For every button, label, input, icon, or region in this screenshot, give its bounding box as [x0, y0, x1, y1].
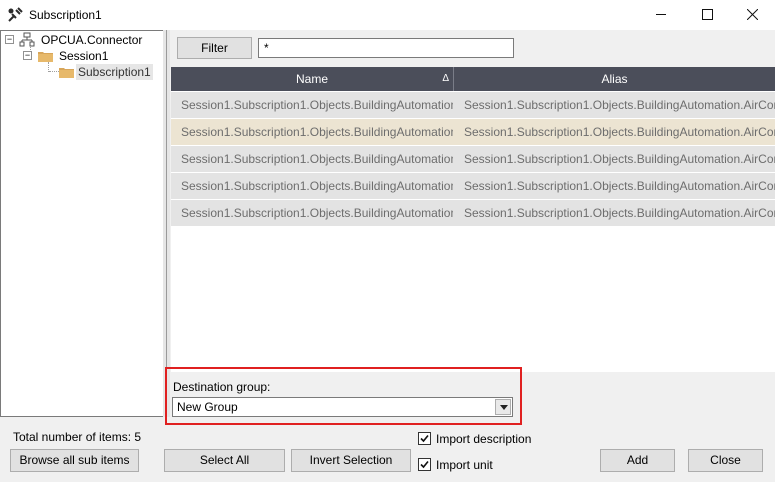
column-header-name-label: Name: [295, 72, 328, 86]
column-header-name[interactable]: Name Δ: [171, 67, 453, 91]
cell-name: Session1.Subscription1.Objects.BuildingA…: [181, 98, 453, 112]
chevron-down-icon: [500, 405, 508, 410]
table-row[interactable]: Session1.Subscription1.Objects.BuildingA…: [171, 119, 775, 145]
column-header-alias-label: Alias: [601, 72, 628, 86]
dropdown-button[interactable]: [495, 399, 511, 415]
window-title: Subscription1: [29, 8, 102, 22]
cell-alias: Session1.Subscription1.Objects.BuildingA…: [464, 179, 775, 193]
cell-alias: Session1.Subscription1.Objects.BuildingA…: [464, 152, 775, 166]
folder-icon: [38, 52, 53, 62]
maximize-button[interactable]: [684, 0, 730, 30]
items-grid[interactable]: Name Δ Alias Session1.Subscription1.Obje…: [171, 67, 775, 372]
total-items-label: Total number of items: 5: [13, 430, 142, 444]
destination-group-label: Destination group:: [173, 380, 271, 394]
sort-ascending-icon: Δ: [442, 73, 449, 84]
import-unit-checkbox[interactable]: [418, 458, 431, 471]
destination-group-combobox[interactable]: New Group: [172, 397, 513, 417]
maximize-icon: [701, 9, 713, 20]
column-header-alias[interactable]: Alias: [454, 67, 775, 91]
cell-alias: Session1.Subscription1.Objects.BuildingA…: [464, 125, 775, 139]
tree-label-session: Session1: [59, 49, 109, 63]
tree-label-subscription: Subscription1: [76, 64, 153, 80]
cell-name: Session1.Subscription1.Objects.BuildingA…: [181, 179, 453, 193]
filter-input[interactable]: *: [258, 38, 514, 58]
wrench-plug-icon: [8, 7, 23, 22]
destination-group-value: New Group: [177, 400, 238, 414]
cell-name: Session1.Subscription1.Objects.BuildingA…: [181, 152, 453, 166]
select-all-button[interactable]: Select All: [164, 449, 285, 472]
table-row[interactable]: Session1.Subscription1.Objects.BuildingA…: [171, 200, 775, 226]
browse-all-sub-items-button[interactable]: Browse all sub items: [10, 449, 139, 472]
import-unit-label: Import unit: [436, 458, 493, 472]
import-description-checkbox[interactable]: [418, 432, 431, 445]
tree-connector: [49, 71, 59, 72]
grid-header: Name Δ Alias: [171, 67, 775, 91]
cell-name: Session1.Subscription1.Objects.BuildingA…: [181, 206, 453, 220]
filter-button[interactable]: Filter: [177, 37, 252, 59]
minimize-button[interactable]: [638, 0, 684, 30]
invert-selection-button[interactable]: Invert Selection: [291, 449, 411, 472]
collapse-toggle-icon[interactable]: −: [5, 35, 14, 44]
import-description-label: Import description: [436, 432, 532, 446]
table-row[interactable]: Session1.Subscription1.Objects.BuildingA…: [171, 173, 775, 199]
close-button[interactable]: Close: [688, 449, 763, 472]
minimize-icon: [655, 14, 666, 15]
cell-alias: Session1.Subscription1.Objects.BuildingA…: [464, 98, 775, 112]
close-window-button[interactable]: [729, 0, 775, 30]
add-button[interactable]: Add: [600, 449, 675, 472]
title-bar: Subscription1: [0, 0, 775, 30]
network-node-icon: [19, 32, 35, 47]
folder-icon: [59, 68, 74, 78]
collapse-toggle-icon[interactable]: −: [23, 51, 32, 60]
table-row[interactable]: Session1.Subscription1.Objects.BuildingA…: [171, 146, 775, 172]
close-icon: [746, 8, 758, 21]
session-tree[interactable]: − OPCUA.Connector − Session1 Subscriptio…: [0, 30, 166, 417]
splitter-divider: [166, 30, 167, 417]
checkmark-icon: [420, 434, 429, 443]
cell-name: Session1.Subscription1.Objects.BuildingA…: [181, 125, 453, 139]
checkmark-icon: [420, 460, 429, 469]
tree-label-root: OPCUA.Connector: [41, 33, 143, 47]
cell-alias: Session1.Subscription1.Objects.BuildingA…: [464, 206, 775, 220]
table-row[interactable]: Session1.Subscription1.Objects.BuildingA…: [171, 92, 775, 118]
